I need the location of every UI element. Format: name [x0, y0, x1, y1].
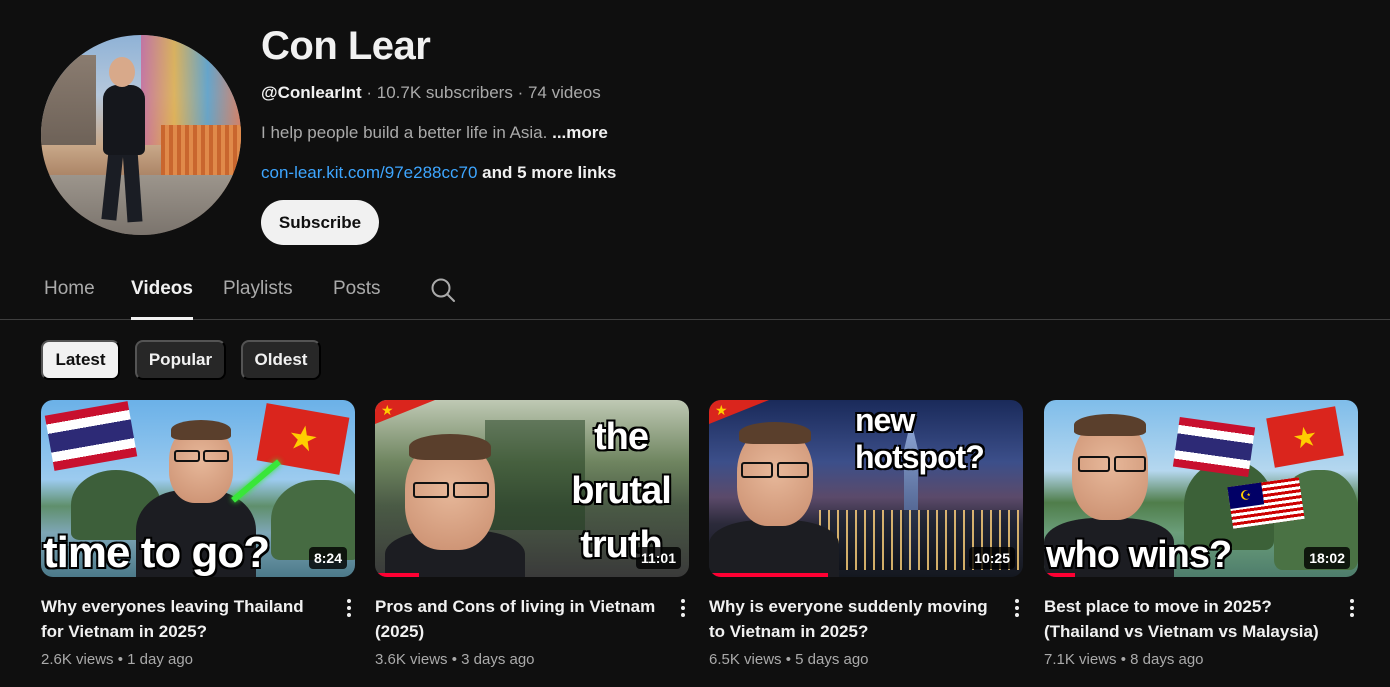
meta-separator: • — [781, 651, 796, 668]
video-count: 74 videos — [527, 83, 601, 102]
more-links-button[interactable]: and 5 more links — [482, 163, 616, 182]
thumbnail-overlay-text: new hotspot? — [855, 402, 985, 475]
watch-progress — [709, 573, 829, 577]
video-thumbnail[interactable]: ★ time to go? 8:24 — [41, 400, 355, 577]
channel-avatar[interactable] — [41, 35, 241, 235]
glasses — [453, 482, 489, 498]
thailand-flag-icon — [1172, 416, 1256, 478]
meta-separator: • — [447, 651, 462, 668]
overlay-line: the — [594, 416, 649, 458]
tab-playlists[interactable]: Playlists — [223, 278, 293, 320]
more-button[interactable]: ...more — [552, 123, 608, 142]
tab-posts[interactable]: Posts — [333, 278, 381, 320]
person-hair — [1074, 414, 1146, 436]
meta-separator: • — [1116, 651, 1131, 668]
upload-age: 8 days ago — [1130, 651, 1204, 668]
channel-link[interactable]: con-lear.kit.com/97e288cc70 — [261, 163, 477, 182]
avatar-person — [103, 85, 145, 155]
video-thumbnail[interactable]: ★ ☪ who wins? 18:02 — [1044, 400, 1358, 577]
video-title[interactable]: Why is everyone suddenly moving to Vietn… — [709, 594, 993, 644]
video-card[interactable]: ★ new hotspot? 10:25 Why is everyone sud… — [709, 400, 1023, 668]
person-hair — [171, 420, 231, 440]
filter-latest[interactable]: Latest — [41, 340, 120, 380]
glasses — [203, 450, 229, 462]
channel-meta: @ConlearInt · 10.7K subscribers · 74 vid… — [261, 83, 601, 103]
watch-progress — [1044, 573, 1076, 577]
search-icon[interactable] — [430, 277, 456, 303]
view-count: 7.1K views — [1044, 651, 1117, 668]
filter-popular[interactable]: Popular — [135, 340, 226, 380]
view-count: 3.6K views — [375, 651, 448, 668]
glasses — [413, 482, 449, 498]
channel-handle: @ConlearInt — [261, 83, 362, 102]
upload-age: 5 days ago — [795, 651, 869, 668]
avatar-person-head — [109, 57, 135, 87]
video-card[interactable]: ★ ☪ who wins? 18:02 Best place to move i… — [1044, 400, 1358, 668]
thumbnail-overlay-text: time to go? — [43, 528, 270, 577]
glasses — [174, 450, 200, 462]
glasses — [741, 462, 773, 478]
video-meta: 3.6K views • 3 days ago — [375, 651, 535, 668]
glasses — [1078, 456, 1110, 472]
video-duration: 10:25 — [969, 547, 1015, 569]
person-hair — [409, 434, 491, 460]
overlay-line: brutal — [571, 470, 672, 512]
vietnam-flag-icon: ★ — [1266, 406, 1344, 468]
flag-canton: ☪ — [1227, 482, 1265, 510]
flag-star-icon: ★ — [715, 402, 728, 418]
video-title[interactable]: Best place to move in 2025? (Thailand vs… — [1044, 594, 1328, 644]
video-title[interactable]: Pros and Cons of living in Vietnam (2025… — [375, 594, 659, 644]
flag-star-icon: ★ — [381, 402, 394, 418]
more-options-icon[interactable] — [673, 596, 693, 620]
video-duration: 8:24 — [308, 547, 347, 569]
tab-home[interactable]: Home — [44, 278, 95, 320]
thailand-flag-icon — [44, 401, 138, 471]
video-duration: 11:01 — [635, 547, 681, 569]
person-hair — [739, 422, 811, 444]
meta-separator: · — [366, 83, 377, 102]
upload-age: 3 days ago — [461, 651, 535, 668]
more-options-icon[interactable] — [1342, 596, 1362, 620]
view-count: 6.5K views — [709, 651, 782, 668]
video-thumbnail[interactable]: ★ new hotspot? 10:25 — [709, 400, 1023, 577]
view-count: 2.6K views — [41, 651, 114, 668]
channel-tabs: Home Videos Playlists Posts — [0, 262, 1390, 320]
video-card[interactable]: ★ the brutal truth 11:01 Pros and Cons o… — [375, 400, 689, 668]
tab-videos[interactable]: Videos — [131, 278, 193, 320]
video-meta: 6.5K views • 5 days ago — [709, 651, 869, 668]
channel-description[interactable]: I help people build a better life in Asi… — [261, 123, 608, 143]
subscribe-button[interactable]: Subscribe — [261, 200, 379, 245]
more-options-icon[interactable] — [1007, 596, 1027, 620]
watch-progress — [375, 573, 419, 577]
glasses — [1114, 456, 1146, 472]
video-thumbnail[interactable]: ★ the brutal truth 11:01 — [375, 400, 689, 577]
thumbnail-overlay-text: who wins? — [1046, 534, 1232, 576]
channel-links: con-lear.kit.com/97e288cc70 and 5 more l… — [261, 163, 616, 183]
video-duration: 18:02 — [1304, 547, 1350, 569]
avatar-background-building — [41, 55, 96, 145]
upload-age: 1 day ago — [127, 651, 194, 668]
glasses — [777, 462, 809, 478]
person-shirt — [709, 520, 839, 577]
filter-oldest[interactable]: Oldest — [241, 340, 321, 380]
subscriber-count: 10.7K subscribers — [376, 83, 513, 102]
video-card[interactable]: ★ time to go? 8:24 Why everyones leaving… — [41, 400, 355, 668]
video-meta: 7.1K views • 8 days ago — [1044, 651, 1204, 668]
video-title[interactable]: Why everyones leaving Thailand for Vietn… — [41, 594, 325, 644]
channel-name: Con Lear — [261, 24, 431, 68]
video-meta: 2.6K views • 1 day ago — [41, 651, 193, 668]
description-text: I help people build a better life in Asi… — [261, 123, 548, 142]
meta-separator: • — [113, 651, 128, 668]
meta-separator: · — [517, 83, 528, 102]
more-options-icon[interactable] — [339, 596, 359, 620]
arrow-icon — [231, 459, 281, 503]
